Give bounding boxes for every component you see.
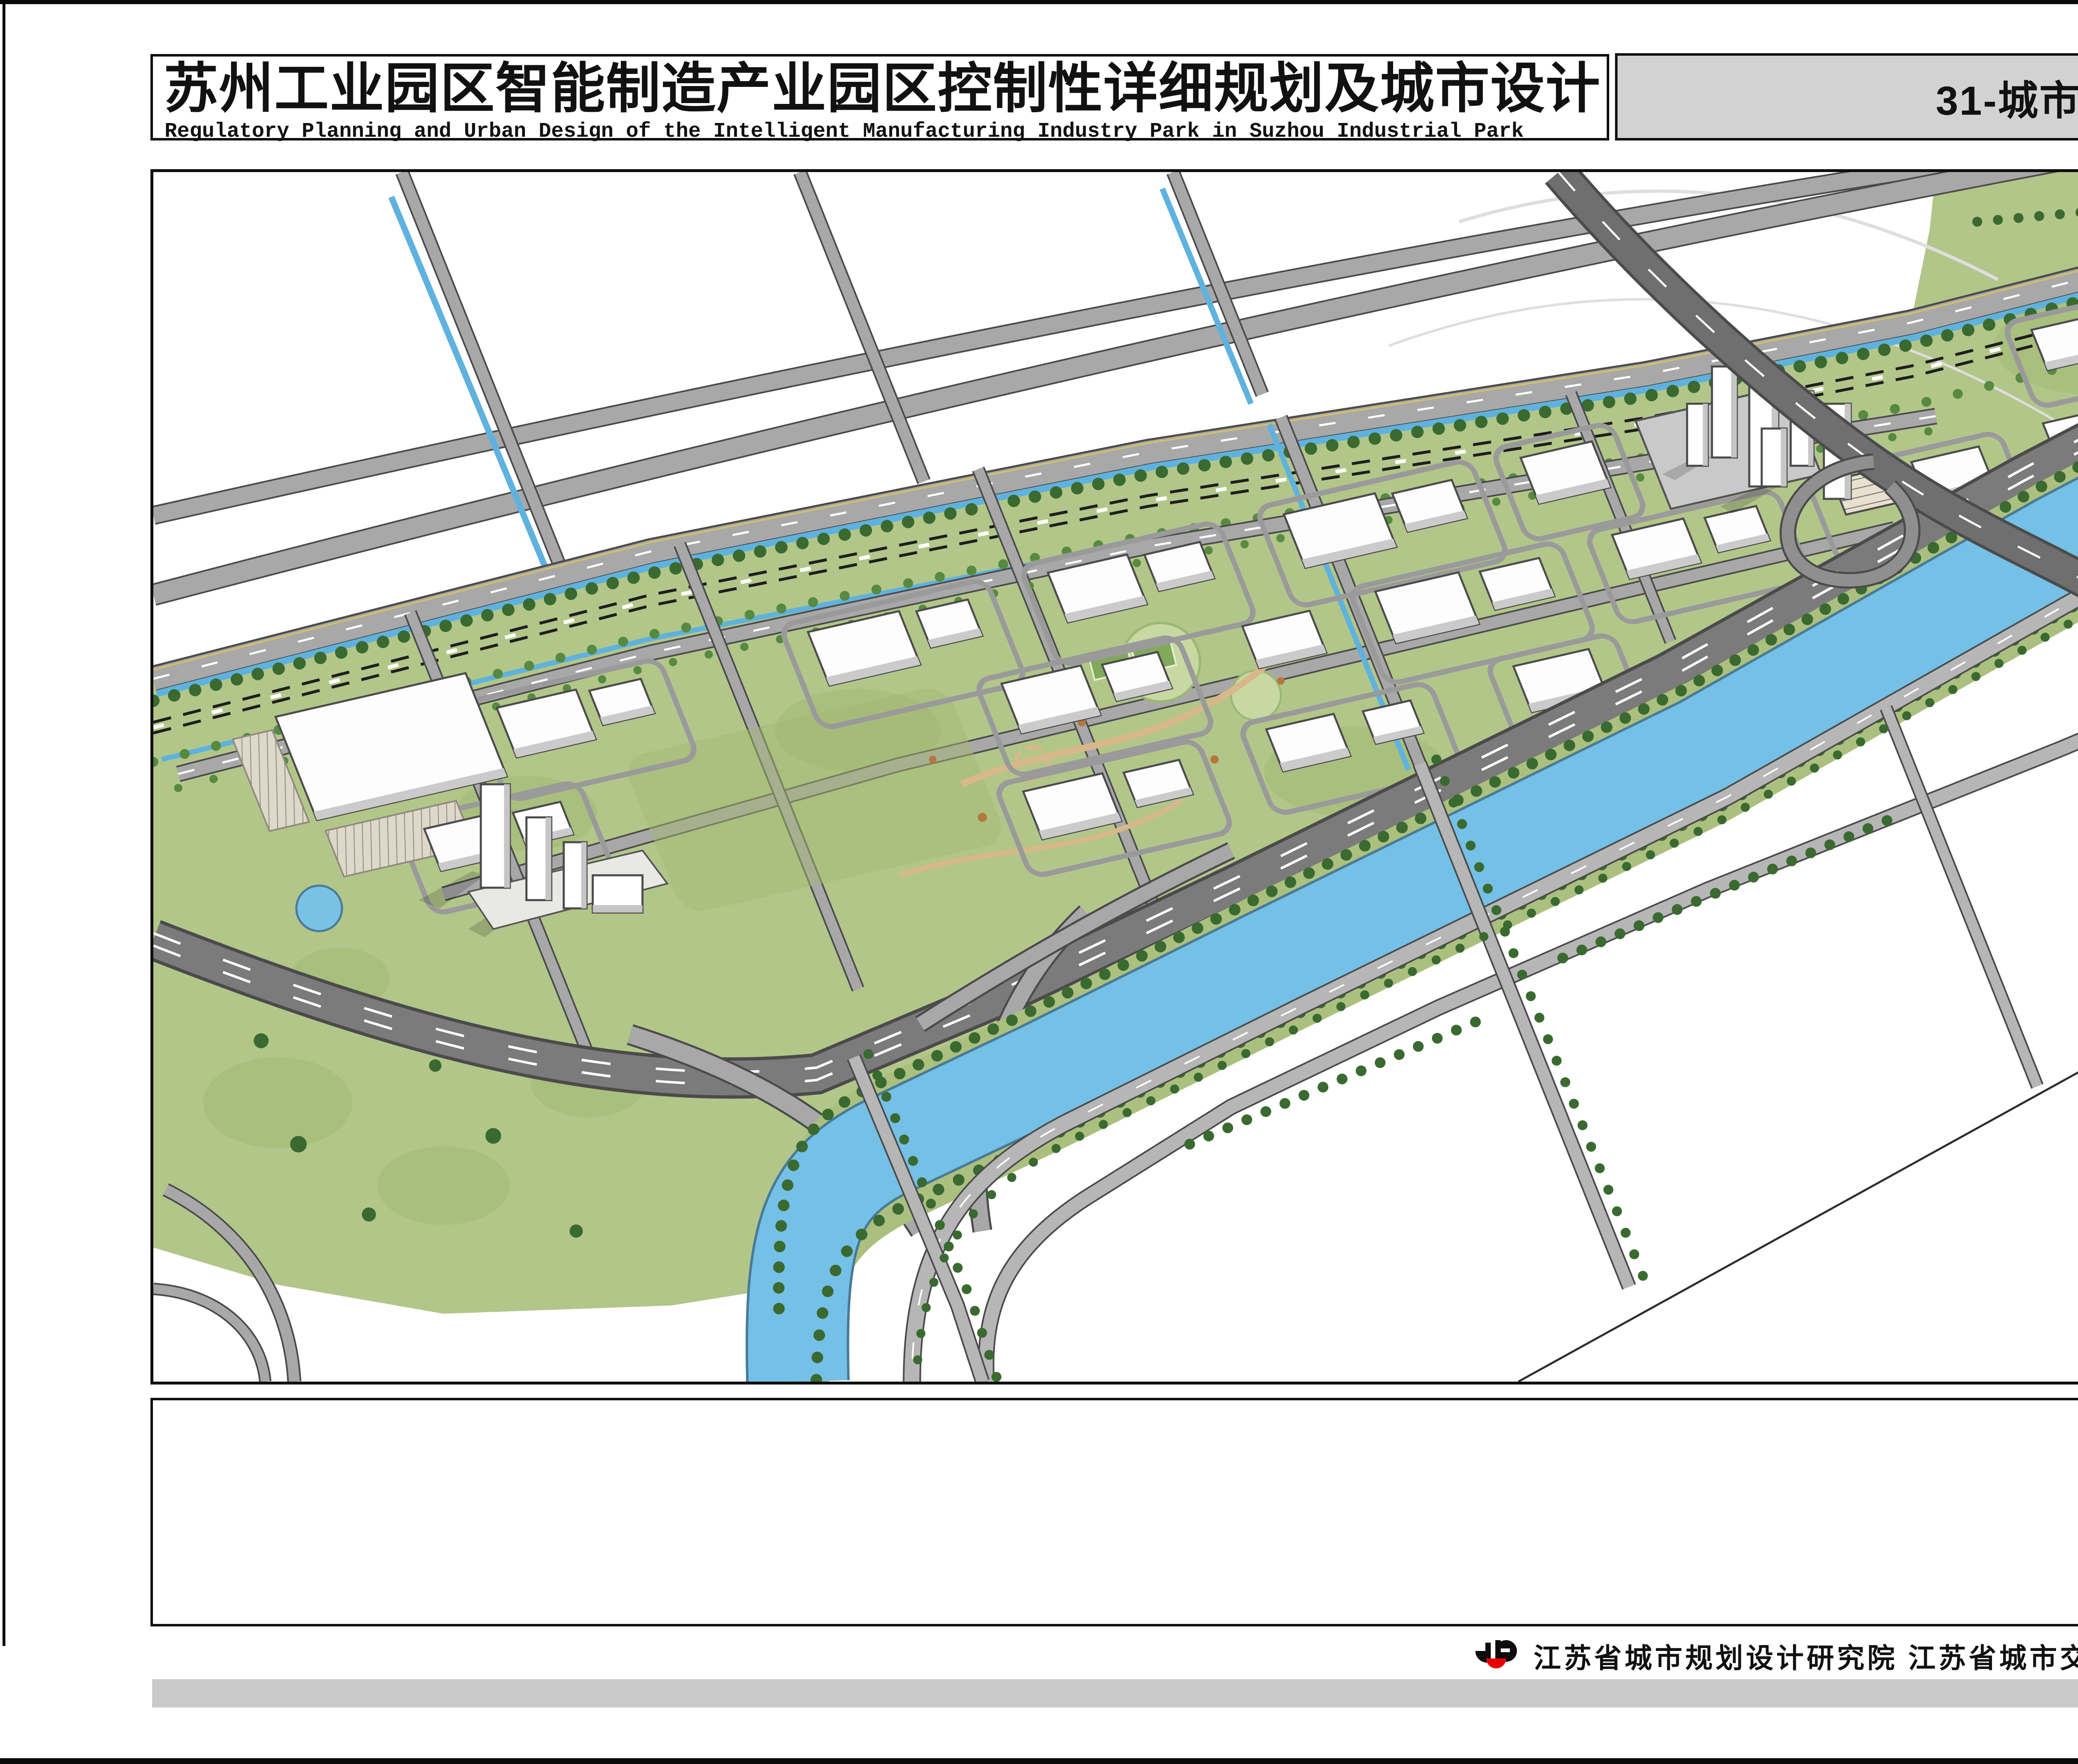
project-title-english: Regulatory Planning and Urban Design of … bbox=[165, 120, 1524, 143]
project-title-chinese: 苏州工业园区智能制造产业园区控制性详细规划及城市设计 bbox=[164, 60, 1601, 117]
institute-names: 江苏省城市规划设计研究院 江苏省城市交通规划研究中心 bbox=[1534, 1638, 2078, 1673]
plan-sheet: 苏州工业园区智能制造产业园区控制性详细规划及城市设计 Regulatory Pl… bbox=[0, 0, 2078, 1764]
institute-logo bbox=[1475, 1639, 1518, 1672]
page-bottom-rule bbox=[0, 1758, 2078, 1764]
page-top-rule bbox=[0, 0, 2078, 4]
rendering-frame bbox=[150, 169, 2078, 1385]
aerial-rendering bbox=[153, 172, 2078, 1382]
footer-gray-bar bbox=[152, 1679, 2078, 1707]
page-left-rule bbox=[2, 3, 5, 1646]
notes-panel bbox=[150, 1398, 2078, 1626]
sheet-number-label: 31-城市设计三维鸟瞰图 bbox=[1615, 53, 2078, 140]
plaza-pond bbox=[296, 886, 342, 931]
title-block: 苏州工业园区智能制造产业园区控制性详细规划及城市设计 Regulatory Pl… bbox=[150, 54, 1609, 140]
